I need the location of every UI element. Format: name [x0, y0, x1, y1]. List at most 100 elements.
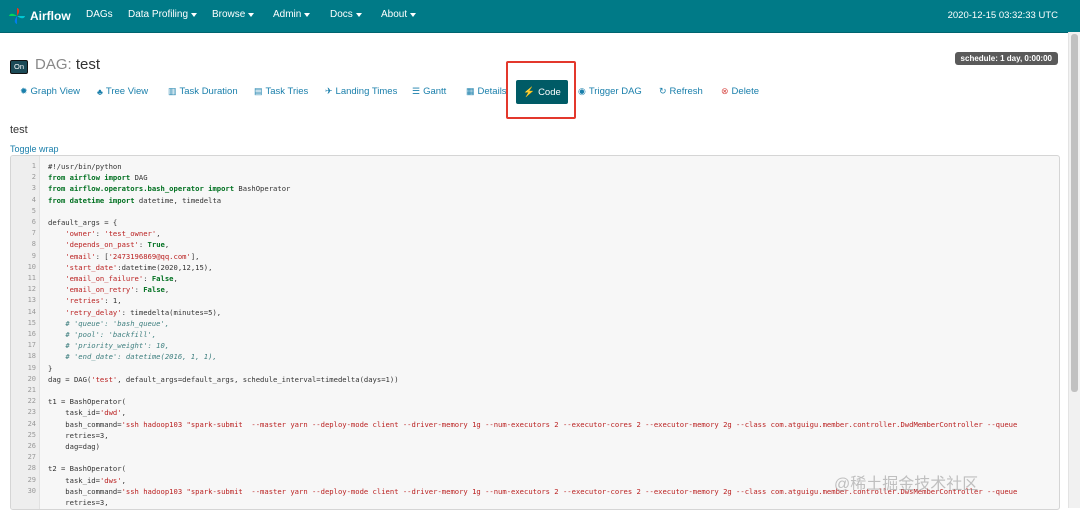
code-token: task_id= [48, 408, 100, 418]
line-number: 30 [27, 486, 36, 495]
code-token: DAG [134, 173, 148, 183]
tab-delete[interactable]: ⊗ Delete [721, 86, 759, 97]
line-number: 9 [31, 251, 36, 260]
code-token: ], [190, 251, 200, 261]
nav-data-profiling[interactable]: Data Profiling [128, 9, 198, 20]
code-line: 'email_on_failure': False, [48, 273, 178, 284]
line-number: 19 [27, 363, 36, 372]
code-token: , [121, 408, 126, 418]
line-number: 16 [27, 330, 36, 338]
code-line: # 'priority_weight': 10, [48, 340, 169, 351]
nav-data-profiling-label: Data Profiling [128, 9, 189, 20]
tab-graph-view[interactable]: ✹ Graph View [20, 86, 80, 97]
tab-tree-view-label: Tree View [105, 86, 149, 97]
tab-task-tries[interactable]: ▤ Task Tries [254, 86, 308, 97]
code-line: retries=3, [48, 430, 108, 441]
tab-graph-view-label: Graph View [30, 86, 81, 97]
line-number: 22 [27, 397, 36, 406]
line-number: 12 [27, 285, 36, 294]
code-line: from datetime import datetime, timedelta [48, 195, 221, 206]
code-token: task_id= [48, 475, 100, 485]
chevron-down-icon [410, 13, 417, 17]
code-token: 'email_on_failure' [65, 274, 144, 283]
code-token: , [164, 285, 170, 295]
line-number: 4 [31, 195, 36, 204]
dag-toggle-switch[interactable]: On [10, 60, 29, 74]
code-viewer[interactable]: 1 2 3 4 5 6 7 8 9 10 11 12 13 14 15 16 17 18 19 20 21 22 23 24 2… [10, 155, 1060, 510]
code-token: 'retries' [65, 296, 105, 306]
nav-admin[interactable]: Admin [273, 9, 311, 20]
tab-gantt[interactable]: ☰ Gantt [412, 86, 446, 97]
toggle-wrap-link[interactable]: Toggle wrap [10, 144, 59, 154]
nav-docs[interactable]: Docs [330, 9, 362, 20]
code-token: retries=3, [48, 498, 109, 507]
dag-name: test [75, 56, 101, 73]
airflow-logo[interactable]: Airflow [8, 6, 71, 26]
code-line: # 'queue': 'bash_queue', [48, 318, 169, 329]
sun-icon: ✹ [20, 86, 28, 96]
code-token: 'email' [65, 251, 96, 261]
line-number: 29 [27, 475, 36, 484]
code-token: bash_command= [48, 486, 122, 496]
tab-delete-label: Delete [731, 86, 760, 97]
code-line: task_id='dwd', [48, 407, 126, 418]
code-token: t1 = BashOperator( [48, 397, 126, 407]
code-line: 'owner': 'test_owner', [48, 228, 160, 239]
code-token: : [143, 274, 152, 283]
tab-refresh[interactable]: ↻ Refresh [659, 86, 703, 97]
code-line: t2 = BashOperator( [48, 463, 126, 474]
nav-about-label: About [381, 9, 408, 20]
code-line: 'retries': 1, [48, 295, 122, 306]
tab-refresh-label: Refresh [669, 86, 703, 97]
tab-task-duration[interactable]: ▥ Task Duration [168, 86, 238, 97]
tab-trigger-dag-label: Trigger DAG [588, 86, 642, 97]
nav-browse[interactable]: Browse [212, 9, 255, 20]
code-token: : [134, 285, 144, 295]
chevron-down-icon [304, 13, 311, 17]
schedule-badge: schedule: 1 day, 0:00:00 [954, 52, 1058, 65]
line-number: 23 [27, 408, 36, 417]
code-line: dag=dag) [48, 441, 100, 452]
code-token: '2473196869@qq.com' [108, 251, 191, 261]
line-number: 3 [31, 184, 36, 193]
code-line: 'retry_delay': timedelta(minutes=5), [48, 307, 221, 318]
code-token: : [95, 229, 105, 239]
line-number: 15 [27, 318, 36, 327]
utc-clock: 2020-12-15 03:32:33 UTC [947, 10, 1058, 21]
code-token: 'owner' [65, 229, 96, 239]
code-token: import [208, 184, 239, 194]
tab-details[interactable]: ▦ Details [466, 86, 507, 97]
line-number: 14 [27, 307, 36, 316]
nav-about[interactable]: About [381, 9, 417, 20]
code-line: retries=3, [48, 497, 109, 508]
bar-chart-icon: ▥ [168, 86, 177, 96]
line-number: 6 [31, 218, 36, 226]
tab-task-duration-label: Task Duration [179, 86, 238, 97]
scrollbar-thumb[interactable] [1071, 34, 1078, 392]
code-line: t1 = BashOperator( [48, 396, 126, 407]
play-circle-icon: ◉ [578, 86, 586, 96]
line-number: 2 [31, 173, 36, 182]
code-token: #!/usr/bin/python [48, 162, 122, 171]
code-line: # 'end_date': datetime(2016, 1, 1), [48, 351, 216, 362]
tab-landing-times[interactable]: ✈ Landing Times [325, 86, 397, 97]
line-number-gutter: 1 2 3 4 5 6 7 8 9 10 11 12 13 14 15 16 17 18 19 20 21 22 23 24 2… [11, 156, 40, 509]
code-token: , default_args=default_args, schedule_in… [117, 374, 399, 384]
code-line: task_id='dws', [48, 475, 126, 486]
tab-tree-view[interactable]: ♣ Tree View [97, 86, 148, 97]
nav-dags[interactable]: DAGs [86, 9, 113, 20]
page-scrollbar[interactable] [1068, 32, 1080, 508]
code-token: : 1, [104, 296, 122, 306]
code-line: from airflow import DAG [48, 172, 148, 183]
code-token: 'test' [91, 374, 118, 384]
tab-trigger-dag[interactable]: ◉ Trigger DAG [578, 86, 642, 97]
top-navbar: Airflow DAGs Data Profiling Browse Admin… [0, 0, 1080, 33]
code-token: 'depends_on_past' [65, 240, 139, 250]
code-token: False [151, 274, 174, 283]
code-token: from [48, 195, 70, 205]
